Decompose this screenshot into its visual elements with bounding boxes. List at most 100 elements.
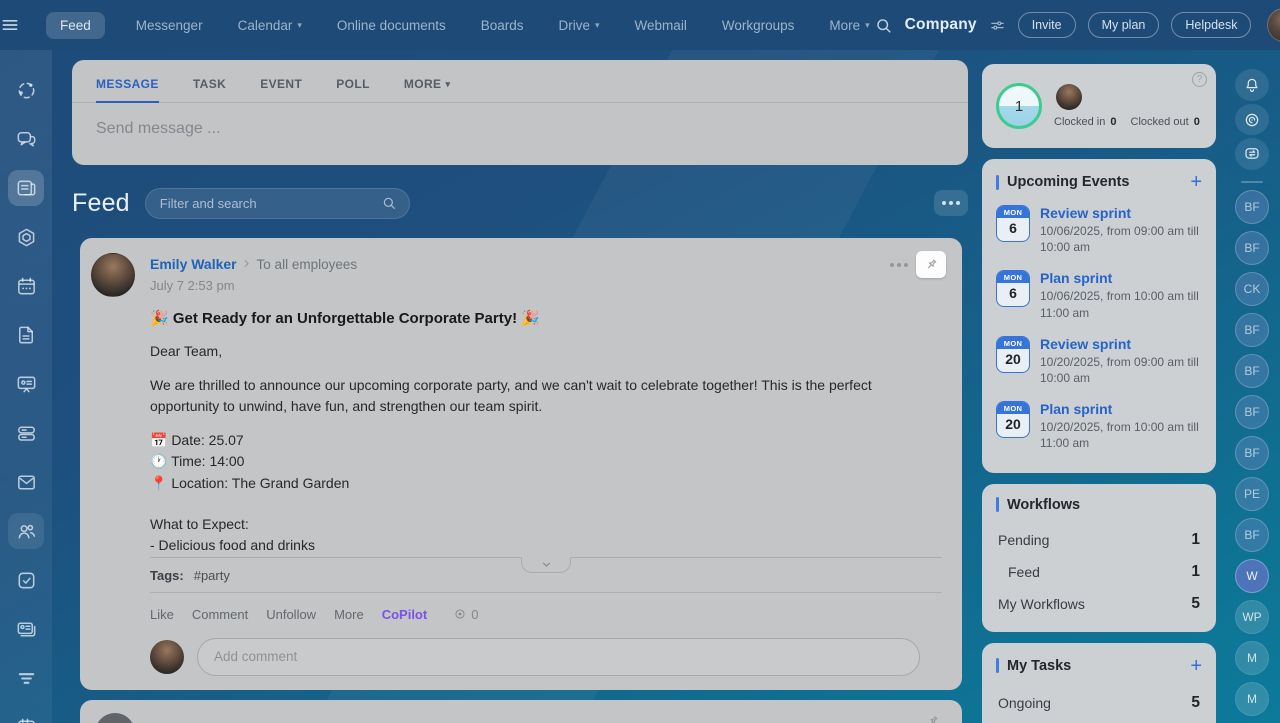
chat-avatar[interactable]: WP — [1235, 600, 1269, 635]
task-row[interactable]: Ongoing 5 — [998, 687, 1200, 719]
my-tasks-panel: My Tasks + Ongoing 5 Assisting 0 — [982, 642, 1216, 723]
workflow-row[interactable]: Feed 1 — [998, 556, 1200, 588]
chat-avatar[interactable]: CK — [1235, 272, 1269, 307]
sidebar-item-drive-icon[interactable] — [8, 415, 44, 451]
post-action-link[interactable]: Unfollow — [266, 607, 316, 622]
sidebar-item-tasks-icon[interactable] — [8, 562, 44, 598]
top-nav-item[interactable]: More ▾ — [825, 12, 873, 39]
invite-button[interactable]: Invite — [1017, 12, 1076, 38]
compose-tab[interactable]: POLL ▾ — [336, 77, 370, 102]
chat-avatar[interactable]: BF — [1235, 354, 1269, 389]
pin-post-button[interactable] — [916, 251, 946, 278]
author-avatar[interactable] — [91, 253, 135, 297]
compose-tab[interactable]: MESSAGE ▾ — [96, 77, 159, 103]
post-header: Emily Walker To all employees July 7 2:5… — [150, 253, 942, 296]
event-item: MON 6 Review sprint 10/06/2025, from 09:… — [996, 205, 1202, 255]
chevron-right-icon — [241, 258, 252, 269]
chat-avatar[interactable]: BF — [1235, 190, 1269, 225]
top-navigation: Feed ▾ Messenger ▾ Calendar ▾ Online doc… — [46, 11, 874, 39]
post-action-link[interactable]: Like — [150, 607, 174, 622]
post-collapse-divider — [150, 556, 942, 573]
author-link[interactable]: Emily Walker — [150, 256, 237, 272]
feed-post-partial[interactable] — [80, 700, 962, 723]
compose-tab[interactable]: EVENT ▾ — [260, 77, 302, 102]
add-comment-input[interactable] — [197, 637, 920, 676]
post-menu-button[interactable] — [890, 262, 908, 267]
top-nav-item[interactable]: Boards ▾ — [477, 12, 528, 39]
chat-avatar[interactable]: BF — [1235, 313, 1269, 348]
event-title-link[interactable]: Plan sprint — [1040, 270, 1202, 286]
chat-avatar[interactable]: W — [1235, 559, 1269, 594]
compose-tab[interactable]: TASK ▾ — [193, 77, 226, 102]
clocked-in-counter[interactable]: 1 — [996, 83, 1042, 129]
sidebar-item-pulse-icon[interactable] — [8, 72, 44, 108]
top-nav-item[interactable]: Drive ▾ — [555, 12, 604, 39]
clocked-user-avatar — [1056, 84, 1082, 110]
sidebar-item-messenger-icon[interactable] — [8, 121, 44, 157]
top-nav-item[interactable]: Online documents ▾ — [333, 12, 450, 39]
compose-tab[interactable]: MORE ▾ — [404, 77, 451, 102]
event-title-link[interactable]: Plan sprint — [1040, 401, 1202, 417]
chat-avatar[interactable]: BF — [1235, 518, 1269, 553]
filter-search-input[interactable] — [159, 195, 381, 211]
top-nav-item[interactable]: Workgroups ▾ — [718, 12, 799, 39]
feed-header-row: Feed — [72, 185, 968, 221]
workflow-row[interactable]: Pending 1 — [998, 524, 1200, 556]
task-row[interactable]: Assisting 0 — [998, 719, 1200, 723]
left-sidebar — [0, 50, 52, 723]
hamburger-menu-button[interactable] — [0, 15, 20, 35]
chat-avatar[interactable]: PE — [1235, 477, 1269, 512]
top-nav-item[interactable]: Calendar ▾ — [234, 12, 306, 39]
expand-post-button[interactable] — [521, 556, 571, 573]
feed-post: Emily Walker To all employees July 7 2:5… — [80, 238, 962, 690]
sidebar-item-sales-funnel-icon[interactable] — [8, 660, 44, 696]
sidebar-item-feed-icon[interactable] — [8, 170, 44, 206]
top-bar: Feed ▾ Messenger ▾ Calendar ▾ Online doc… — [0, 0, 1280, 50]
messenger-swap-icon[interactable] — [1235, 138, 1269, 171]
my-plan-button[interactable]: My plan — [1087, 12, 1160, 38]
notifications-bell-icon[interactable] — [1235, 69, 1269, 101]
search-icon[interactable] — [874, 16, 893, 35]
top-nav-item[interactable]: Messenger ▾ — [132, 12, 207, 39]
post-action-link[interactable]: More — [334, 607, 364, 622]
filter-search-box[interactable] — [144, 187, 410, 219]
chat-avatar[interactable]: M — [1235, 641, 1269, 676]
helpdesk-button[interactable]: Helpdesk — [1171, 12, 1252, 38]
sidebar-item-crm-icon[interactable] — [8, 611, 44, 647]
event-title-link[interactable]: Review sprint — [1040, 336, 1202, 352]
company-menu[interactable]: Company — [905, 16, 977, 34]
post-audience[interactable]: To all employees — [257, 257, 358, 272]
top-nav-item[interactable]: Feed ▾ — [46, 11, 105, 39]
post-paragraph: We are thrilled to announce our upcoming… — [150, 377, 872, 415]
sidebar-item-calendar-icon[interactable] — [8, 268, 44, 304]
chat-avatar[interactable]: BF — [1235, 231, 1269, 266]
top-nav-item[interactable]: Webmail ▾ — [631, 12, 691, 39]
feed-options-button[interactable] — [934, 190, 968, 216]
right-icon-rail: BF BF CK BF BF BF BF PE BF W WP M M — [1224, 50, 1280, 723]
event-item: MON 6 Plan sprint 10/06/2025, from 10:00… — [996, 270, 1202, 320]
post-action-link[interactable]: Comment — [192, 607, 248, 622]
clock-in-widget[interactable]: 1 Clocked in 0 Clocked out 0 ? — [982, 64, 1216, 148]
chat-avatar[interactable]: BF — [1235, 436, 1269, 471]
tag-link[interactable]: #party — [194, 568, 230, 583]
sidebar-item-mail-icon[interactable] — [8, 464, 44, 500]
sidebar-item-employees-icon[interactable] — [8, 513, 44, 549]
chat-avatar[interactable]: M — [1235, 682, 1269, 717]
sidebar-item-documents-icon[interactable] — [8, 317, 44, 353]
help-icon[interactable]: ? — [1192, 72, 1207, 87]
filter-sliders-icon[interactable] — [989, 17, 1006, 34]
copilot-button[interactable]: CoPilot — [382, 607, 428, 622]
add-event-button[interactable]: + — [1190, 172, 1202, 192]
search-icon — [381, 195, 397, 211]
sidebar-item-automation-icon[interactable] — [8, 219, 44, 255]
add-task-button[interactable]: + — [1190, 656, 1202, 676]
top-bar-right: Company Invite My plan Helpdesk — [874, 8, 1280, 42]
sidebar-item-boards-icon[interactable] — [8, 366, 44, 402]
event-title-link[interactable]: Review sprint — [1040, 205, 1202, 221]
send-message-input[interactable] — [72, 103, 968, 155]
workflow-row[interactable]: My Workflows 5 — [998, 588, 1200, 620]
sidebar-item-schedule-icon[interactable] — [8, 709, 44, 723]
copilot-icon[interactable] — [1235, 103, 1269, 136]
user-avatar[interactable] — [1267, 8, 1280, 42]
chat-avatar[interactable]: BF — [1235, 395, 1269, 430]
